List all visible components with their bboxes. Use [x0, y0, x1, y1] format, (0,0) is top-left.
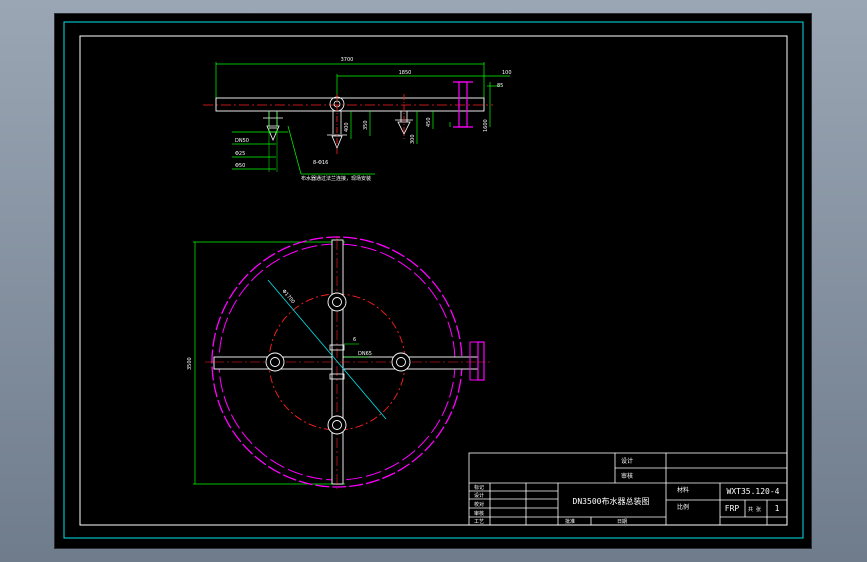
tb-material: FRP: [725, 504, 740, 513]
nozzle-top: [327, 292, 347, 312]
tb-rev-row-4: 审核: [474, 510, 484, 517]
plan-view: 3500 Φ1700 6 DN65: [187, 236, 490, 489]
outer-frame: [63, 21, 804, 539]
cad-drawing: 3700 1850 100 85 350 400 300 450 1600 DN…: [63, 21, 804, 539]
elevation-pipe: [215, 97, 485, 112]
nozzle-bottom: [327, 415, 347, 435]
inner-frame: [79, 35, 788, 526]
dim-pitch-diameter: Φ1700: [280, 288, 295, 305]
dim-small: 6: [353, 337, 356, 343]
tb-rev-row-3: 校对: [474, 501, 484, 508]
elevation-view: 3700 1850 100 85 350 400 300 450 1600 DN…: [203, 57, 512, 182]
diameter-leader: [267, 279, 387, 420]
dim-nozzle-depth-2: 400: [344, 122, 350, 132]
dim-end-offset: 100: [502, 70, 512, 76]
dim-pipe-size: DN65: [358, 351, 372, 357]
tb-sheet-count: 1: [775, 504, 780, 513]
tb-bottom-cell-2: 日期: [617, 519, 627, 525]
detail-label-dn50: DN50: [235, 138, 249, 144]
elevation-flange: [458, 81, 468, 128]
nozzle-right-plan: [391, 352, 411, 372]
tb-header-1: 设计: [621, 457, 633, 465]
tb-label-sheet: 共 张: [748, 506, 761, 513]
tb-rev-row-2: 设计: [474, 492, 484, 499]
dim-nozzle-depth-1: 350: [363, 120, 369, 130]
dim-nozzle-depth-3: 300: [410, 134, 416, 144]
nozzle-left: [263, 111, 283, 142]
tb-bottom-cell-1: 批准: [565, 518, 575, 525]
dim-nozzle-depth-4: 450: [426, 117, 432, 127]
detail-note: 布水器通过法兰连接，现场安装: [301, 175, 371, 182]
dim-plan-diameter: 3500: [187, 357, 193, 370]
nozzle-left-plan: [265, 352, 285, 372]
dim-center-to-end: 1850: [399, 70, 412, 76]
dim-flange-height: 1600: [483, 119, 489, 132]
tb-label-scale: 比例: [677, 503, 689, 511]
tb-drawing-number: WXT35.120-4: [727, 487, 780, 496]
tb-label-material: 材料: [677, 486, 689, 494]
detail-spec-label: 8-Φ16: [313, 160, 328, 166]
horizontal-arm: [213, 356, 479, 370]
tb-rev-row-5: 工艺: [474, 519, 484, 525]
detail-label-phi25: Φ25: [235, 151, 245, 157]
dim-flange-small: 85: [497, 83, 503, 89]
nozzle-right: [395, 94, 413, 139]
tb-drawing-name: DN3500布水器总装图: [573, 496, 650, 506]
cad-viewport[interactable]: 3700 1850 100 85 350 400 300 450 1600 DN…: [54, 13, 812, 549]
tb-rev-row-1: 标记: [474, 484, 484, 491]
inlet-flange: [477, 341, 485, 381]
dim-overall-length: 3700: [341, 57, 354, 63]
tb-header-2: 审核: [621, 472, 633, 480]
detail-label-phi50: Φ50: [235, 163, 245, 169]
